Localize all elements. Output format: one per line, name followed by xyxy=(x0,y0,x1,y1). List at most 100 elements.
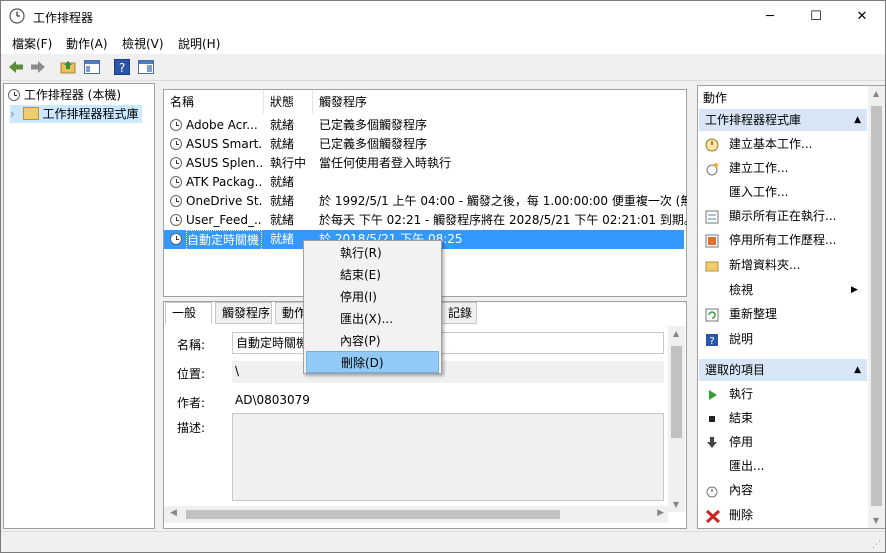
table-row[interactable]: Adobe Acr... 就緒 已定義多個觸發程序 xyxy=(164,116,684,135)
chevron-right-icon[interactable]: › xyxy=(10,107,15,121)
tree-item-library[interactable]: › 工作排程器程式庫 xyxy=(10,105,143,123)
folder-up-icon[interactable] xyxy=(59,58,77,76)
action-help[interactable]: ? 說明 xyxy=(701,328,753,350)
task-status: 就緒 xyxy=(270,194,295,208)
svg-text:?: ? xyxy=(709,336,714,347)
menu-view[interactable]: 檢視(V) xyxy=(122,35,164,52)
tab-triggers[interactable]: 觸發程序 xyxy=(215,302,272,324)
column-header-name[interactable]: 名稱 xyxy=(164,90,264,114)
task-name: ASUS Splen... xyxy=(186,156,262,170)
tab-history[interactable]: 記錄 xyxy=(441,302,477,324)
context-menu-delete[interactable]: 刪除(D) xyxy=(306,351,439,373)
details-hscrollbar[interactable]: ◀ ▶ xyxy=(164,506,668,523)
menu-help[interactable]: 說明(H) xyxy=(178,35,220,52)
stop-icon xyxy=(705,411,719,425)
folder-clock-icon xyxy=(22,107,39,120)
action-label: 重新整理 xyxy=(729,307,778,321)
action-export[interactable]: 匯出... xyxy=(701,455,764,477)
show-action-pane-icon[interactable] xyxy=(137,58,155,76)
folder-icon xyxy=(705,258,719,272)
task-status: 就緒 xyxy=(270,137,295,151)
context-menu-run[interactable]: 執行(R) xyxy=(306,242,439,264)
actions-header: 動作 xyxy=(703,91,728,105)
action-delete[interactable]: 刪除 xyxy=(701,504,753,526)
clock-icon xyxy=(705,483,719,498)
details-scrollbar[interactable]: ▲ ▼ xyxy=(668,326,685,512)
clock-icon xyxy=(170,211,182,230)
table-row[interactable]: ATK Packag... 就緒 xyxy=(164,173,684,192)
name-label: 名稱: xyxy=(177,338,206,352)
forward-icon[interactable] xyxy=(29,58,47,76)
action-label: 建立工作... xyxy=(729,161,789,175)
list-icon xyxy=(705,209,719,224)
table-row[interactable]: ASUS Smart... 就緒 已定義多個觸發程序 xyxy=(164,135,684,154)
context-menu-properties[interactable]: 內容(P) xyxy=(306,330,439,352)
scrollbar-thumb[interactable] xyxy=(671,346,682,438)
task-status: 就緒 xyxy=(270,175,295,189)
clock-icon xyxy=(170,135,182,154)
action-label: 內容 xyxy=(729,483,754,497)
close-button[interactable]: ✕ xyxy=(839,1,885,32)
action-create-basic-task[interactable]: 建立基本工作... xyxy=(701,133,812,155)
action-refresh[interactable]: 重新整理 xyxy=(701,303,777,325)
action-label: 結束 xyxy=(729,411,754,425)
action-label: 匯出... xyxy=(729,459,765,473)
action-label: 停用 xyxy=(729,435,754,449)
svg-text:?: ? xyxy=(119,61,125,75)
back-icon[interactable] xyxy=(7,58,25,76)
actions-section-selected[interactable]: 選取的項目 ▲ xyxy=(699,359,867,381)
action-disable-history[interactable]: 停用所有工作歷程... xyxy=(701,229,836,251)
tree-root[interactable]: 工作排程器 (本機) xyxy=(8,86,121,104)
action-show-running[interactable]: 顯示所有正在執行... xyxy=(701,205,836,227)
column-header-trigger[interactable]: 觸發程序 xyxy=(313,90,686,114)
action-end[interactable]: 結束 xyxy=(701,407,753,429)
clock-icon xyxy=(170,192,182,211)
menu-action[interactable]: 動作(A) xyxy=(66,35,108,52)
action-properties[interactable]: 內容 xyxy=(701,479,753,501)
task-trigger: 當任何使用者登入時執行 xyxy=(319,156,452,170)
task-name: Adobe Acr... xyxy=(186,118,258,132)
actions-section-library[interactable]: 工作排程器程式庫 ▲ xyxy=(699,109,867,131)
table-row[interactable]: User_Feed_... 就緒 於每天 下午 02:21 - 觸發程序將在 2… xyxy=(164,211,687,230)
resize-grip-icon[interactable]: ⋰ xyxy=(872,540,881,550)
action-disable[interactable]: 停用 xyxy=(701,431,753,453)
task-name: 自動定時關機 xyxy=(186,230,262,251)
context-menu-end[interactable]: 結束(E) xyxy=(306,264,439,286)
clock-icon xyxy=(8,89,20,101)
context-menu-disable[interactable]: 停用(I) xyxy=(306,286,439,308)
help-icon[interactable]: ? xyxy=(113,58,131,76)
action-create-task[interactable]: 建立工作... xyxy=(701,157,788,179)
task-name: ASUS Smart... xyxy=(186,137,262,151)
context-menu-export[interactable]: 匯出(X)... xyxy=(306,308,439,330)
actions-scrollbar-thumb[interactable] xyxy=(871,106,882,506)
clock-icon xyxy=(170,173,182,192)
minimize-button[interactable]: ─ xyxy=(747,1,793,32)
menu-file[interactable]: 檔案(F) xyxy=(12,35,52,52)
location-field: \ xyxy=(232,361,664,383)
action-view[interactable]: 檢視 ▶ xyxy=(701,279,861,301)
tab-general[interactable]: 一般 xyxy=(165,302,212,324)
description-field[interactable] xyxy=(232,413,664,501)
task-icon xyxy=(705,161,719,176)
table-row[interactable]: ASUS Splen... 執行中 當任何使用者登入時執行 xyxy=(164,154,684,173)
collapse-icon[interactable]: ▲ xyxy=(854,359,861,381)
action-import-task[interactable]: 匯入工作... xyxy=(701,181,788,203)
task-scheduler-window: 工作排程器 ─ ☐ ✕ 檔案(F) 動作(A) 檢視(V) 說明(H) ? 工作… xyxy=(0,0,886,553)
name-field[interactable]: 自動定時關機 xyxy=(232,332,664,354)
task-status: 就緒 xyxy=(270,213,295,227)
action-new-folder[interactable]: 新增資料夾... xyxy=(701,254,800,276)
actions-scrollbar[interactable]: ▲ ▼ xyxy=(868,86,885,528)
action-run[interactable]: 執行 xyxy=(701,383,753,405)
task-trigger: 已定義多個觸發程序 xyxy=(319,137,428,151)
maximize-button[interactable]: ☐ xyxy=(793,1,839,32)
collapse-icon[interactable]: ▲ xyxy=(854,109,861,131)
description-label: 描述: xyxy=(177,421,206,435)
action-label: 說明 xyxy=(729,332,754,346)
submenu-arrow-icon: ▶ xyxy=(851,285,858,295)
column-header-status[interactable]: 狀態 xyxy=(264,90,313,114)
action-label: 顯示所有正在執行... xyxy=(729,209,837,223)
show-hide-tree-icon[interactable] xyxy=(83,58,101,76)
table-row[interactable]: OneDrive St... 就緒 於 1992/5/1 上午 04:00 - … xyxy=(164,192,687,211)
hscrollbar-thumb[interactable] xyxy=(186,510,560,519)
play-icon xyxy=(705,387,719,401)
